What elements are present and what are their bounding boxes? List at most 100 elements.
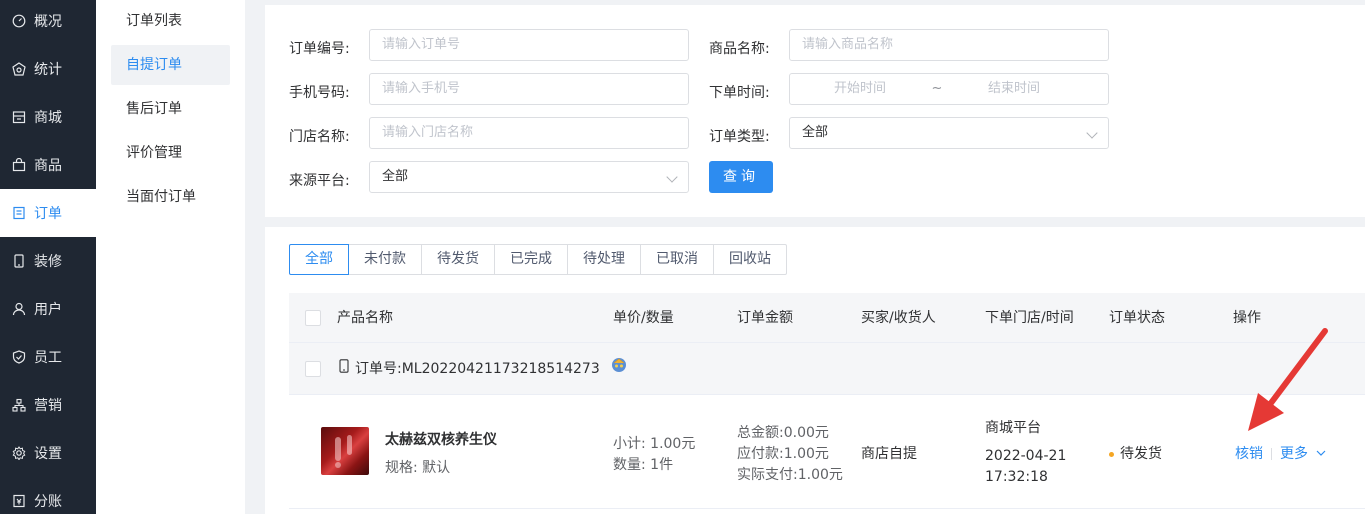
nav-item-marketing[interactable]: 营销 xyxy=(0,381,96,429)
chevron-down-icon xyxy=(1086,127,1098,139)
annotation-arrow-icon xyxy=(1248,328,1328,431)
main-sidebar: 概况 统计 商城 商品 订单 装修 用户 员工 营销 设置 分账 xyxy=(0,0,96,514)
gear-icon xyxy=(12,446,26,460)
buyer: 商店自提 xyxy=(861,446,917,462)
order-type-value: 全部 xyxy=(802,125,829,140)
source-select[interactable]: 全部 xyxy=(369,161,689,193)
table-header: 产品名称 单价/数量 订单金额 买家/收货人 下单门店/时间 订单状态 操作 xyxy=(289,293,1365,343)
stats-icon xyxy=(12,62,26,76)
submenu-item-inperson-orders[interactable]: 当面付订单 xyxy=(111,177,230,217)
nav-item-staff[interactable]: 员工 xyxy=(0,333,96,381)
order-type-select[interactable]: 全部 xyxy=(789,117,1109,149)
nav-label: 商品 xyxy=(34,158,62,174)
order-time-range[interactable]: 开始时间 ~ 结束时间 xyxy=(789,73,1109,105)
tab-all[interactable]: 全部 xyxy=(289,244,349,275)
col-status: 订单状态 xyxy=(1109,310,1165,326)
order-no-input[interactable]: 请输入订单号 xyxy=(369,29,689,61)
nav-item-products[interactable]: 商品 xyxy=(0,141,96,189)
quantity: 数量: 1件 xyxy=(613,457,674,473)
status-tabs: 全部 未付款 待发货 已完成 待处理 已取消 回收站 xyxy=(289,244,787,275)
query-button[interactable]: 查询 xyxy=(709,161,773,193)
product-spec: 规格: 默认 xyxy=(385,460,451,476)
more-label: 更多 xyxy=(1280,446,1308,462)
shield-icon xyxy=(12,350,26,364)
end-time-placeholder[interactable]: 结束时间 xyxy=(944,74,1084,104)
nav-label: 营销 xyxy=(34,398,62,414)
order-no-label: 订单编号: xyxy=(289,41,350,57)
order-no-label: 订单号: xyxy=(355,361,402,377)
subtotal: 小计: 1.00元 xyxy=(613,436,696,452)
store-name: 商城平台 xyxy=(985,420,1041,436)
order-checkbox[interactable] xyxy=(305,361,321,377)
nav-label: 概况 xyxy=(34,14,62,30)
col-price-qty: 单价/数量 xyxy=(613,310,674,326)
tab-pending[interactable]: 待处理 xyxy=(567,244,641,275)
nav-label: 设置 xyxy=(34,446,62,462)
order-time: 17:32:18 xyxy=(985,469,1048,485)
nav-item-users[interactable]: 用户 xyxy=(0,285,96,333)
tag-badge-icon xyxy=(610,343,628,395)
dashboard-icon xyxy=(12,14,26,28)
tab-to-ship[interactable]: 待发货 xyxy=(421,244,495,275)
chevron-down-icon xyxy=(1316,444,1326,460)
user-icon xyxy=(12,302,26,316)
total-amount: 总金额:0.00元 xyxy=(737,425,829,441)
store-name-input[interactable]: 请输入门店名称 xyxy=(369,117,689,149)
order-list-panel: 全部 未付款 待发货 已完成 待处理 已取消 回收站 产品名称 单价/数量 订单… xyxy=(265,227,1365,514)
more-dropdown[interactable]: 更多 xyxy=(1280,446,1326,462)
payable-amount: 应付款:1.00元 xyxy=(737,446,829,462)
action-divider xyxy=(1271,448,1272,460)
order-submenu: 订单列表 自提订单 售后订单 评价管理 当面付订单 xyxy=(96,0,245,514)
order-no-value: ML20220421173218514273 xyxy=(401,361,600,377)
sitemap-icon xyxy=(12,398,26,412)
col-product-name: 产品名称 xyxy=(337,310,393,326)
product-name-label: 商品名称: xyxy=(709,41,770,57)
order-type-label: 订单类型: xyxy=(709,129,770,145)
product-name-input[interactable]: 请输入商品名称 xyxy=(789,29,1109,61)
col-amount: 订单金额 xyxy=(737,310,793,326)
order-date: 2022-04-21 xyxy=(985,448,1067,464)
verify-button[interactable]: 核销 xyxy=(1235,446,1263,462)
nav-item-stats[interactable]: 统计 xyxy=(0,45,96,93)
phone-input[interactable]: 请输入手机号 xyxy=(369,73,689,105)
filter-panel: 订单编号: 请输入订单号 商品名称: 请输入商品名称 手机号码: 请输入手机号 … xyxy=(265,5,1365,217)
submenu-item-order-list[interactable]: 订单列表 xyxy=(111,1,230,41)
nav-label: 商城 xyxy=(34,110,62,126)
product-title[interactable]: 太赫兹双核养生仪 xyxy=(385,429,497,449)
nav-item-ledger[interactable]: 分账 xyxy=(0,477,96,514)
nav-label: 装修 xyxy=(34,254,62,270)
order-icon xyxy=(12,206,26,220)
nav-label: 用户 xyxy=(34,302,62,318)
nav-label: 统计 xyxy=(34,62,62,78)
row-actions: 核销 更多 xyxy=(1235,443,1326,463)
mobile-icon xyxy=(339,343,349,395)
nav-item-decoration[interactable]: 装修 xyxy=(0,237,96,285)
order-number-line: 订单号: ML20220421173218514273 xyxy=(339,343,628,395)
phone-label: 手机号码: xyxy=(289,85,350,101)
select-all-checkbox[interactable] xyxy=(305,310,321,326)
submenu-item-aftersale-orders[interactable]: 售后订单 xyxy=(111,89,230,129)
tab-recycle-bin[interactable]: 回收站 xyxy=(713,244,787,275)
submenu-item-review-management[interactable]: 评价管理 xyxy=(111,133,230,173)
source-value: 全部 xyxy=(382,169,409,184)
source-label: 来源平台: xyxy=(289,173,350,189)
ledger-icon xyxy=(12,494,26,508)
status-badge: 待发货 xyxy=(1109,443,1162,463)
col-store-time: 下单门店/时间 xyxy=(985,310,1074,326)
nav-item-mall[interactable]: 商城 xyxy=(0,93,96,141)
product-thumbnail[interactable] xyxy=(321,427,369,475)
nav-item-overview[interactable]: 概况 xyxy=(0,0,96,45)
store-icon xyxy=(12,110,26,124)
start-time-placeholder[interactable]: 开始时间 xyxy=(790,74,930,104)
tab-unpaid[interactable]: 未付款 xyxy=(348,244,422,275)
col-buyer: 买家/收货人 xyxy=(861,310,936,326)
order-group-header: 订单号: ML20220421173218514273 xyxy=(289,343,1365,395)
table-row: 太赫兹双核养生仪 规格: 默认 小计: 1.00元 数量: 1件 总金额:0.0… xyxy=(289,395,1365,509)
nav-item-orders[interactable]: 订单 xyxy=(0,189,96,237)
nav-label: 分账 xyxy=(34,494,62,510)
nav-item-settings[interactable]: 设置 xyxy=(0,429,96,477)
tab-cancelled[interactable]: 已取消 xyxy=(640,244,714,275)
tab-completed[interactable]: 已完成 xyxy=(494,244,568,275)
submenu-item-pickup-orders[interactable]: 自提订单 xyxy=(111,45,230,85)
nav-label: 订单 xyxy=(34,206,62,222)
